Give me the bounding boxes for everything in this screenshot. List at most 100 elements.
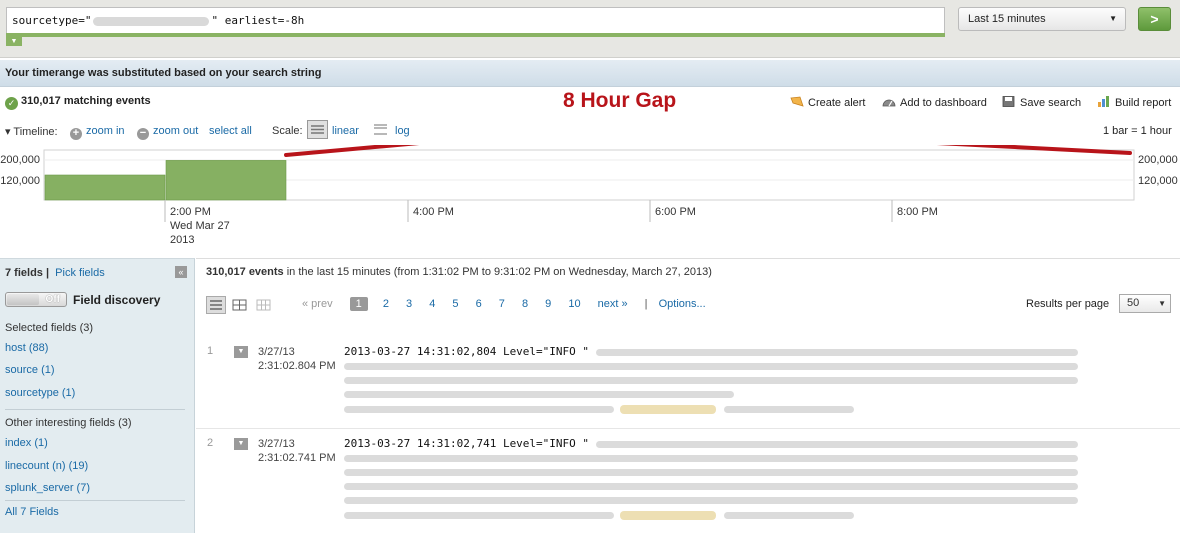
events-range: in the last 15 minutes (from 1:31:02 PM … <box>283 266 712 278</box>
all-fields-link[interactable]: All 7 Fields <box>5 506 59 518</box>
search-input[interactable]: sourcetype=" " earliest=-8h <box>6 7 945 34</box>
log-scale-icon <box>374 124 387 135</box>
add-to-dashboard-button[interactable]: Add to dashboard <box>882 96 987 109</box>
select-all-link[interactable]: select all <box>209 125 252 137</box>
time-range-picker[interactable]: Last 15 minutes ▼ <box>958 7 1126 31</box>
y-tick-label: 200,000 <box>0 154 40 166</box>
event-number: 2 <box>207 437 214 449</box>
minus-icon: − <box>137 128 149 140</box>
x-tick-label: 4:00 PM <box>413 206 454 218</box>
results-per-page-label: Results per page <box>1026 298 1110 310</box>
plus-icon: + <box>70 128 82 140</box>
pager-divider: | <box>644 298 648 310</box>
events-header: ✓ 310,017 matching events 8 Hour Gap Crea… <box>0 88 1180 116</box>
scale-log-button[interactable]: log <box>370 120 410 139</box>
other-fields-header: Other interesting fields (3) <box>5 417 132 429</box>
page-9[interactable]: 9 <box>545 298 551 310</box>
event-raw: 2013-03-27 14:31:02,804 Level="INFO " <box>344 345 590 358</box>
gap-annotation: 8 Hour Gap <box>563 89 677 112</box>
redacted-text <box>344 363 1078 370</box>
field-source[interactable]: source (1) <box>5 364 55 376</box>
scale-log-label: log <box>395 125 410 137</box>
collapse-sidebar-icon[interactable]: « <box>175 266 187 278</box>
redacted-text <box>93 16 210 26</box>
list-view-icon[interactable] <box>206 296 226 314</box>
fields-divider: | <box>45 267 50 279</box>
timeline-collapse-toggle[interactable]: ▾ Timeline: <box>5 125 58 138</box>
search-go-button[interactable]: > <box>1138 7 1171 31</box>
prev-page-link[interactable]: « prev <box>302 298 333 310</box>
field-discovery-label: Field discovery <box>73 293 161 307</box>
highlighted-term <box>620 405 716 414</box>
scale-linear-button[interactable]: linear <box>307 120 359 139</box>
results-per-page-select[interactable]: 50 ▼ <box>1119 294 1171 313</box>
redacted-text <box>724 512 854 519</box>
bell-icon <box>790 96 804 107</box>
redacted-text <box>344 497 1078 504</box>
field-index[interactable]: index (1) <box>5 437 48 449</box>
event-time: 2:31:02.804 PM <box>258 360 336 372</box>
field-linecount[interactable]: linecount (n) (19) <box>5 460 88 472</box>
redacted-text <box>724 406 854 413</box>
field-sourcetype[interactable]: sourcetype (1) <box>5 387 75 399</box>
options-link[interactable]: Options... <box>659 298 706 310</box>
page-6[interactable]: 6 <box>476 298 482 310</box>
matching-events-label: 310,017 matching events <box>21 95 151 107</box>
redacted-text <box>344 469 1078 476</box>
chevron-down-icon: ▼ <box>1109 14 1117 23</box>
x-tick-date: Wed Mar 27 <box>170 220 230 232</box>
y-tick-label: 120,000 <box>0 175 40 187</box>
zoom-out-label: zoom out <box>153 125 199 137</box>
field-splunk-server[interactable]: splunk_server (7) <box>5 482 90 494</box>
pick-fields-link[interactable]: Pick fields <box>55 267 105 279</box>
x-tick-label: 2:00 PM <box>170 206 211 218</box>
page-5[interactable]: 5 <box>452 298 458 310</box>
results-per-page-value: 50 <box>1127 297 1140 309</box>
timeline-svg: 200,000 200,000 120,000 120,000 2:00 PM Wed M… <box>0 145 1178 246</box>
page-10[interactable]: 10 <box>568 298 580 310</box>
event-menu-icon[interactable]: ▼ <box>234 346 248 358</box>
linear-scale-icon <box>307 120 328 139</box>
page-1[interactable]: 1 <box>349 297 368 311</box>
next-page-link[interactable]: next » <box>598 298 628 310</box>
chart-view-icon[interactable] <box>254 296 274 314</box>
page-3[interactable]: 3 <box>406 298 412 310</box>
field-host[interactable]: host (88) <box>5 342 48 354</box>
timeline-chart[interactable]: 200,000 200,000 120,000 120,000 2:00 PM Wed M… <box>0 145 1180 257</box>
field-discovery-toggle[interactable]: Off <box>5 292 67 307</box>
create-alert-button[interactable]: Create alert <box>790 96 865 109</box>
time-range-value: Last 15 minutes <box>968 13 1046 25</box>
expand-search-icon[interactable]: ▼ <box>6 37 22 46</box>
event-date: 3/27/13 <box>258 346 295 358</box>
event-divider <box>196 428 1180 429</box>
highlighted-term <box>620 511 716 520</box>
event-menu-icon[interactable]: ▼ <box>234 438 248 450</box>
create-alert-label: Create alert <box>808 97 866 109</box>
add-to-dashboard-label: Add to dashboard <box>900 97 987 109</box>
y-tick-label: 120,000 <box>1138 175 1178 187</box>
selected-fields-header: Selected fields (3) <box>5 322 94 334</box>
page-4[interactable]: 4 <box>429 298 435 310</box>
search-suffix: " earliest=-8h <box>211 14 305 27</box>
build-report-label: Build report <box>1115 97 1172 109</box>
y-tick-label: 200,000 <box>1138 154 1178 166</box>
zoom-in-button[interactable]: + zoom in <box>70 125 125 140</box>
redacted-text <box>344 483 1078 490</box>
toggle-label: Off <box>45 294 60 305</box>
timeline-bar <box>44 174 166 201</box>
page-2[interactable]: 2 <box>383 298 389 310</box>
event-number: 1 <box>207 345 214 357</box>
redacted-text <box>344 406 614 413</box>
page-8[interactable]: 8 <box>522 298 528 310</box>
zoom-out-button[interactable]: − zoom out <box>137 125 198 140</box>
fields-count: 7 fields <box>5 267 43 279</box>
search-progress-bar <box>6 33 945 37</box>
page-7[interactable]: 7 <box>499 298 505 310</box>
build-report-button[interactable]: Build report <box>1097 96 1171 109</box>
x-tick-label: 6:00 PM <box>655 206 696 218</box>
search-bar: sourcetype=" " earliest=-8h ▼ Last 15 min… <box>0 0 1180 58</box>
events-panel: 310,017 events in the last 15 minutes (f… <box>196 258 1180 533</box>
timeline-label: Timeline: <box>13 126 58 138</box>
save-search-button[interactable]: Save search <box>1002 96 1081 109</box>
table-view-icon[interactable] <box>230 296 250 314</box>
